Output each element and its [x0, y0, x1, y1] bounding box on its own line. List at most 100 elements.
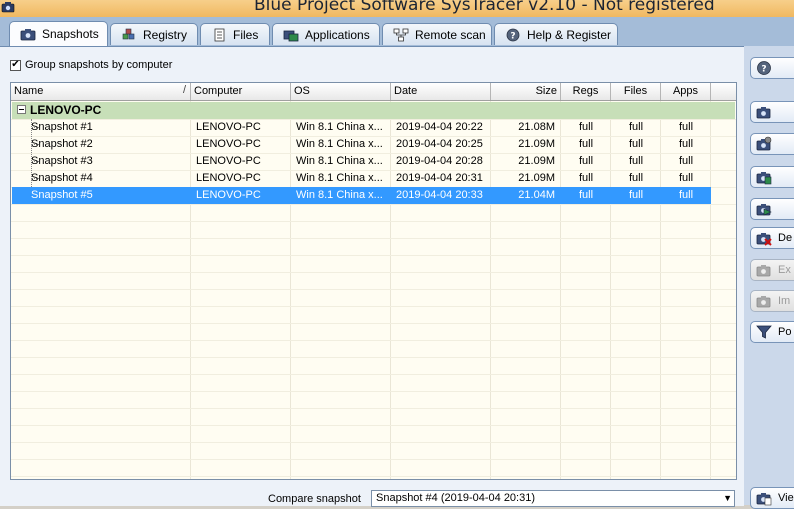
take-snapshot-camera-icon	[756, 107, 771, 119]
column-header-size[interactable]: Size	[491, 83, 561, 100]
row-gridline	[11, 442, 736, 443]
cell-size: 21.09M	[518, 172, 555, 184]
cell-computer: LENOVO-PC	[196, 155, 261, 167]
cell-files: full	[628, 121, 644, 133]
cell-size: 21.04M	[518, 189, 555, 201]
cell-name: Snapshot #4	[31, 172, 93, 184]
cell-os: Win 8.1 China x...	[296, 155, 383, 167]
tab-remote-scan[interactable]: Remote scan	[382, 23, 492, 45]
tab-help-register[interactable]: ? Help & Register	[494, 23, 618, 45]
row-gridline	[11, 459, 736, 460]
window-title: Blue Project Software SysTracer v2.10 - …	[254, 0, 715, 15]
filter-funnel-icon	[756, 325, 772, 339]
column-header-date[interactable]: Date	[391, 83, 491, 100]
column-header-name[interactable]: Name /	[11, 83, 191, 100]
side-button-label: Ex	[778, 264, 791, 276]
snapshot-row[interactable]: Snapshot #2 LENOVO-PC Win 8.1 China x... 20…	[11, 136, 736, 153]
cell-size: 21.09M	[518, 138, 555, 150]
cell-computer: LENOVO-PC	[196, 189, 261, 201]
camera-export-disabled-icon	[756, 265, 771, 277]
side-button-label: De	[778, 232, 793, 244]
cell-date: 2019-04-04 20:28	[396, 155, 483, 167]
network-icon	[393, 28, 409, 41]
cell-apps: full	[678, 189, 694, 201]
row-gridline	[11, 408, 736, 409]
dropdown-arrow-icon[interactable]: ▼	[723, 493, 732, 503]
tab-registry[interactable]: Registry	[110, 23, 198, 45]
group-by-computer-checkbox[interactable]: ✔	[10, 59, 21, 71]
cell-name: Snapshot #1	[31, 121, 93, 133]
file-document-icon	[214, 28, 225, 41]
tab-label: Remote scan	[415, 27, 486, 42]
row-gridline	[11, 340, 736, 341]
cell-name: Snapshot #5	[31, 189, 93, 201]
cell-os: Win 8.1 China x...	[296, 172, 383, 184]
list-header: Name / Computer OS Date Size Regs Files A…	[11, 83, 736, 101]
row-gridline	[11, 221, 736, 222]
row-gridline	[11, 289, 736, 290]
view-compare-icon	[756, 493, 772, 506]
row-gridline	[11, 323, 736, 324]
camera-settings-button[interactable]	[750, 133, 794, 155]
tab-snapshots[interactable]: Snapshots	[9, 21, 108, 46]
column-header-computer[interactable]: Computer	[191, 83, 291, 100]
cell-regs: full	[578, 121, 594, 133]
cell-os: Win 8.1 China x...	[296, 189, 383, 201]
camera-copy-button[interactable]	[750, 166, 794, 188]
camera-export-button[interactable]	[750, 198, 794, 220]
take-snapshot-camera-button[interactable]	[750, 101, 794, 123]
row-gridline	[11, 204, 736, 205]
help-button[interactable]: ?	[750, 57, 794, 79]
cell-regs: full	[578, 172, 594, 184]
view-compare-button[interactable]: Vie	[750, 487, 794, 509]
filter-funnel-button[interactable]: Po	[750, 321, 794, 343]
snapshot-list[interactable]: Name / Computer OS Date Size Regs Files A…	[10, 82, 737, 480]
camera-delete-icon	[756, 233, 772, 246]
column-header-apps[interactable]: Apps	[661, 83, 711, 100]
row-gridline	[11, 391, 736, 392]
group-by-computer-option[interactable]: ✔ Group snapshots by computer	[10, 59, 172, 71]
row-gridline	[11, 476, 736, 477]
tab-files[interactable]: Files	[200, 23, 270, 45]
row-gridline	[11, 255, 736, 256]
svg-text:?: ?	[510, 31, 515, 41]
cell-files: full	[628, 189, 644, 201]
cell-name: Snapshot #2	[31, 138, 93, 150]
side-button-label: Vie	[778, 492, 794, 504]
snapshot-row[interactable]: Snapshot #3 LENOVO-PC Win 8.1 China x... 20…	[11, 153, 736, 170]
tab-label: Registry	[143, 27, 188, 42]
cell-size: 21.08M	[518, 121, 555, 133]
camera-export-icon	[756, 204, 772, 216]
group-row-computer[interactable]: LENOVO-PC	[12, 102, 735, 119]
camera-export-disabled-button[interactable]: Ex	[750, 259, 794, 281]
title-bar: Blue Project Software SysTracer v2.10 - …	[0, 0, 794, 17]
collapse-toggle-icon[interactable]	[17, 105, 26, 114]
column-header-regs[interactable]: Regs	[561, 83, 611, 100]
camera-copy-icon	[756, 172, 772, 185]
tab-label: Applications	[305, 27, 370, 42]
camera-import-disabled-icon	[756, 296, 771, 308]
registry-cubes-icon	[122, 28, 135, 39]
app-camera-icon	[1, 2, 15, 13]
cell-computer: LENOVO-PC	[196, 138, 261, 150]
cell-date: 2019-04-04 20:25	[396, 138, 483, 150]
cell-date: 2019-04-04 20:31	[396, 172, 483, 184]
snapshot-row[interactable]: Snapshot #1 LENOVO-PC Win 8.1 China x... 20…	[11, 119, 736, 136]
help-icon: ?	[757, 61, 771, 75]
row-gridline	[11, 374, 736, 375]
snapshot-row[interactable]: Snapshot #5 LENOVO-PC Win 8.1 China x... 20…	[12, 187, 711, 204]
tab-label: Files	[233, 27, 259, 42]
snapshot-row[interactable]: Snapshot #4 LENOVO-PC Win 8.1 China x... 20…	[11, 170, 736, 187]
sort-ascending-icon: /	[182, 84, 186, 96]
camera-delete-button[interactable]: De	[750, 227, 794, 249]
column-header-files[interactable]: Files	[611, 83, 661, 100]
compare-snapshot-select[interactable]: Snapshot #4 (2019-04-04 20:31) ▼	[371, 490, 735, 507]
cell-files: full	[628, 172, 644, 184]
svg-text:?: ?	[761, 65, 766, 75]
cell-apps: full	[678, 172, 694, 184]
help-question-icon: ?	[506, 28, 520, 41]
camera-import-disabled-button[interactable]: Im	[750, 290, 794, 312]
group-label: LENOVO-PC	[30, 103, 102, 117]
tab-applications[interactable]: Applications	[272, 23, 380, 45]
column-header-os[interactable]: OS	[291, 83, 391, 100]
